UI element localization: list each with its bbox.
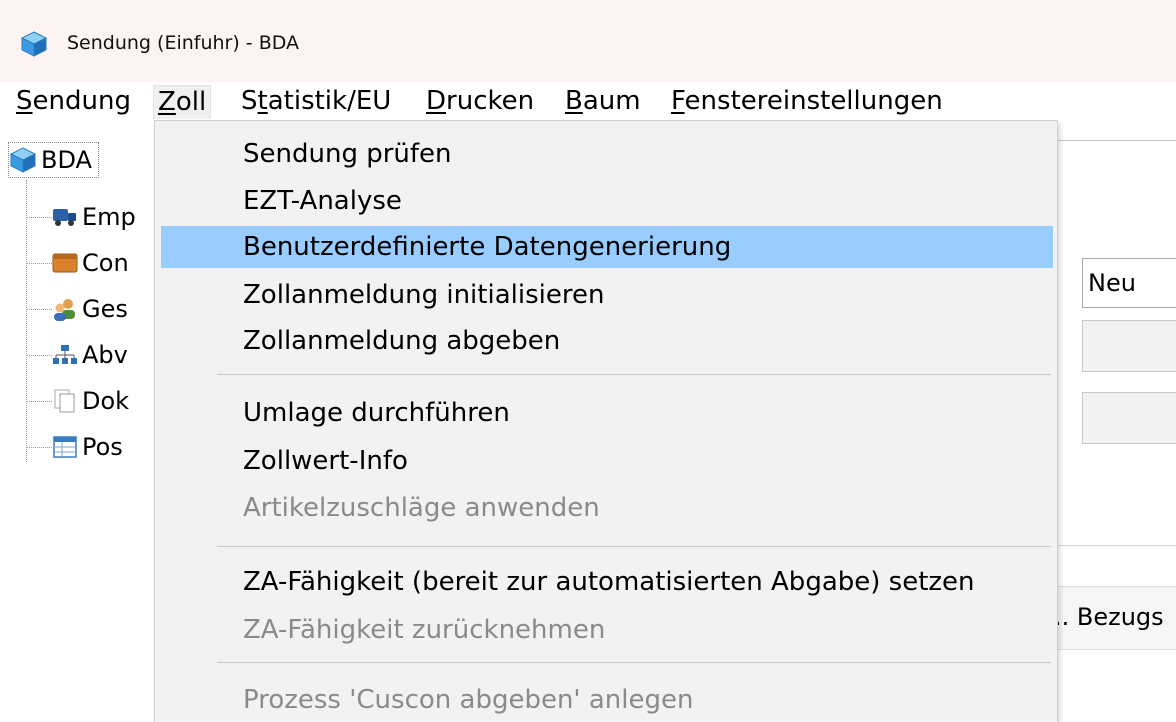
title-bar: Sendung (Einfuhr) - BDA xyxy=(0,0,1176,82)
window-title: Sendung (Einfuhr) - BDA xyxy=(67,32,300,54)
tree-root-label: BDA xyxy=(41,146,92,174)
tree-item-ges[interactable]: Ges xyxy=(26,286,128,332)
tree-item-con[interactable]: Con xyxy=(26,240,129,286)
tree-connector xyxy=(26,354,52,356)
menu-sendung-accel: S xyxy=(16,86,33,116)
menu-drucken-rest: rucken xyxy=(446,86,535,116)
menu-item-prozess-cuscon-anlegen: Prozess 'Cuscon abgeben' anlegen xyxy=(243,685,694,715)
menu-drucken-accel: D xyxy=(426,86,447,116)
tree-root-bda[interactable]: BDA xyxy=(8,142,99,178)
tree-item-label: Abv xyxy=(82,341,128,369)
menu-item-zollwert-info[interactable]: Zollwert-Info xyxy=(161,440,1053,482)
cube-icon xyxy=(20,31,48,57)
menu-sendung[interactable]: Sendung xyxy=(12,85,135,119)
menu-separator xyxy=(217,546,1051,547)
tree-connector xyxy=(26,400,52,402)
menu-statistik-eu[interactable]: Statistik/EU xyxy=(237,85,395,119)
tree-item-label: Emp xyxy=(82,203,136,231)
tree-connector xyxy=(26,308,52,310)
navigation-tree: BDA Emp Con Ges Abv Dok Pos xyxy=(0,120,160,722)
tree-item-label: Pos xyxy=(82,433,123,461)
menu-item-za-faehigkeit-setzen[interactable]: ZA-Fähigkeit (bereit zur automatisierten… xyxy=(161,561,1053,603)
menu-separator xyxy=(217,374,1051,375)
menu-fenster-accel: F xyxy=(671,86,685,116)
tree-item-label: Ges xyxy=(82,295,128,323)
tree-item-dok[interactable]: Dok xyxy=(26,378,129,424)
menu-separator xyxy=(217,662,1051,663)
menu-baum-accel: B xyxy=(565,86,583,116)
tree-item-abv[interactable]: Abv xyxy=(26,332,128,378)
menu-item-sendung-pruefen[interactable]: Sendung prüfen xyxy=(161,133,1053,175)
tree-item-pos[interactable]: Pos xyxy=(26,424,123,470)
menu-zoll-accel: Z xyxy=(158,87,176,117)
readonly-field xyxy=(1082,392,1176,444)
divider xyxy=(1052,545,1176,546)
tree-item-label: Con xyxy=(82,249,129,277)
container-icon xyxy=(52,250,78,276)
menu-statistik-rest: atistik/EU xyxy=(267,86,392,116)
menu-sendung-rest: endung xyxy=(32,86,131,116)
grid-column-header[interactable]: .. Bezugs xyxy=(1052,586,1176,650)
menu-fenstereinstellungen[interactable]: Fenstereinstellungen xyxy=(667,85,947,119)
menu-drucken[interactable]: Drucken xyxy=(422,85,538,119)
hierarchy-icon xyxy=(52,342,78,368)
menu-baum[interactable]: Baum xyxy=(561,85,645,119)
tree-item-label: Dok xyxy=(82,387,130,415)
menu-item-zollanmeldung-abgeben[interactable]: Zollanmeldung abgeben xyxy=(161,320,1053,362)
people-icon xyxy=(52,296,78,322)
menu-item-za-faehigkeit-zuruecknehmen: ZA-Fähigkeit zurücknehmen xyxy=(243,615,606,645)
menu-bar: Sendung Zoll Statistik/EU Drucken Baum F… xyxy=(0,82,1176,120)
tree-connector xyxy=(26,262,52,264)
divider xyxy=(1052,140,1176,141)
menu-zoll-rest: oll xyxy=(175,87,207,117)
cube-icon xyxy=(9,147,37,173)
menu-item-artikelzuschlaege-anwenden: Artikelzuschläge anwenden xyxy=(243,493,600,523)
grid-column-header-label: .. Bezugs xyxy=(1054,603,1164,631)
menu-fenster-rest: enstereinstellungen xyxy=(684,86,943,116)
menu-item-benutzerdefinierte-datengenerierung[interactable]: Benutzerdefinierte Datengenerierung xyxy=(161,226,1053,268)
menu-statistik-pre: S xyxy=(241,86,258,116)
tree-connector xyxy=(26,446,52,448)
zoll-dropdown-menu: Sendung prüfen EZT-Analyse Benutzerdefin… xyxy=(154,120,1058,722)
status-field-value: Neu xyxy=(1088,269,1136,297)
tree-item-emp[interactable]: Emp xyxy=(26,194,136,240)
menu-item-ezt-analyse[interactable]: EZT-Analyse xyxy=(161,180,1053,222)
status-field[interactable]: Neu xyxy=(1082,258,1176,308)
truck-icon xyxy=(52,204,78,230)
readonly-field xyxy=(1082,320,1176,372)
menu-zoll[interactable]: Zoll xyxy=(153,85,212,119)
tree-connector xyxy=(26,216,52,218)
menu-item-zollanmeldung-initialisieren[interactable]: Zollanmeldung initialisieren xyxy=(161,274,1053,316)
menu-item-umlage-durchfuehren[interactable]: Umlage durchführen xyxy=(161,392,1053,434)
menu-baum-rest: aum xyxy=(582,86,641,116)
documents-icon xyxy=(52,388,78,414)
table-icon xyxy=(52,434,78,460)
menu-statistik-accel: t xyxy=(257,86,268,116)
